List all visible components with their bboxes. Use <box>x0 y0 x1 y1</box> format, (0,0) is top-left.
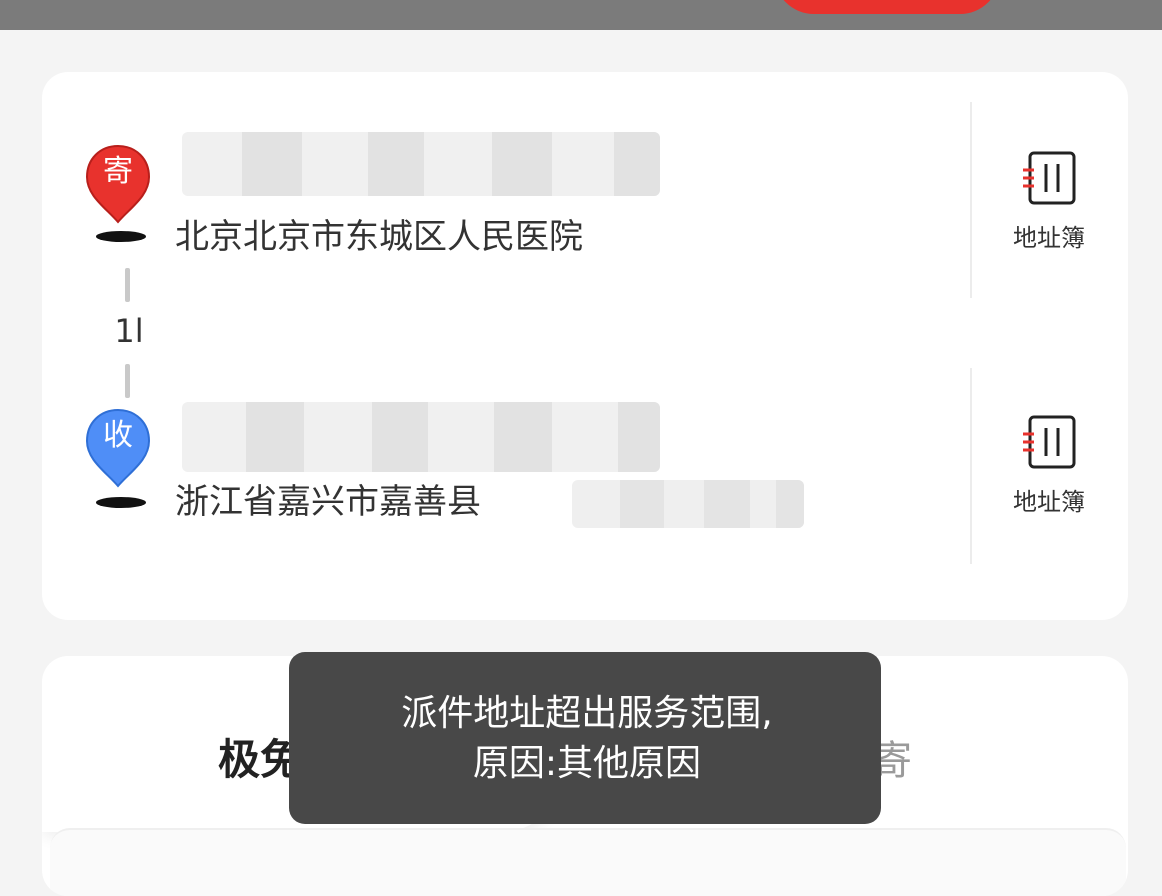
service-options-panel <box>50 828 1126 896</box>
divider <box>970 368 972 564</box>
route-line <box>125 364 130 398</box>
receiver-address[interactable]: 浙江省嘉兴市嘉善县 <box>175 480 481 524</box>
route-distance: 1l <box>114 312 144 350</box>
sender-badge: 寄 <box>103 154 133 189</box>
address-book-icon <box>1023 151 1076 205</box>
top-action-button[interactable] <box>774 0 1000 14</box>
sender-address[interactable]: 北京北京市东城区人民医院 <box>175 215 583 259</box>
receiver-pin-icon: 收 <box>84 408 152 488</box>
sender-name-redacted <box>182 132 660 196</box>
address-card: 寄 北京北京市东城区人民医院 地址簿 1l 收 浙江省嘉兴市嘉善县 地址簿 <box>42 72 1128 620</box>
receiver-name-redacted <box>182 402 660 472</box>
address-book-icon <box>1023 415 1076 469</box>
sender-address-book-label: 地址簿 <box>1013 224 1085 252</box>
receiver-badge: 收 <box>103 418 133 453</box>
route-line <box>125 268 130 302</box>
sender-pin-shadow <box>96 231 146 242</box>
receiver-address-book-button[interactable]: 地址簿 <box>992 414 1106 534</box>
top-bar <box>0 0 1162 30</box>
divider <box>970 102 972 298</box>
sender-pin-icon: 寄 <box>84 144 152 224</box>
sender-address-book-button[interactable]: 地址簿 <box>992 150 1106 270</box>
toast-message-line2: 原因:其他原因 <box>472 743 702 784</box>
receiver-address-book-label: 地址簿 <box>1013 488 1085 516</box>
receiver-address-redacted <box>572 480 804 528</box>
error-toast: 派件地址超出服务范围, 原因:其他原因 <box>289 652 881 824</box>
toast-message-line1: 派件地址超出服务范围, <box>401 693 773 734</box>
receiver-pin-shadow <box>96 497 146 508</box>
